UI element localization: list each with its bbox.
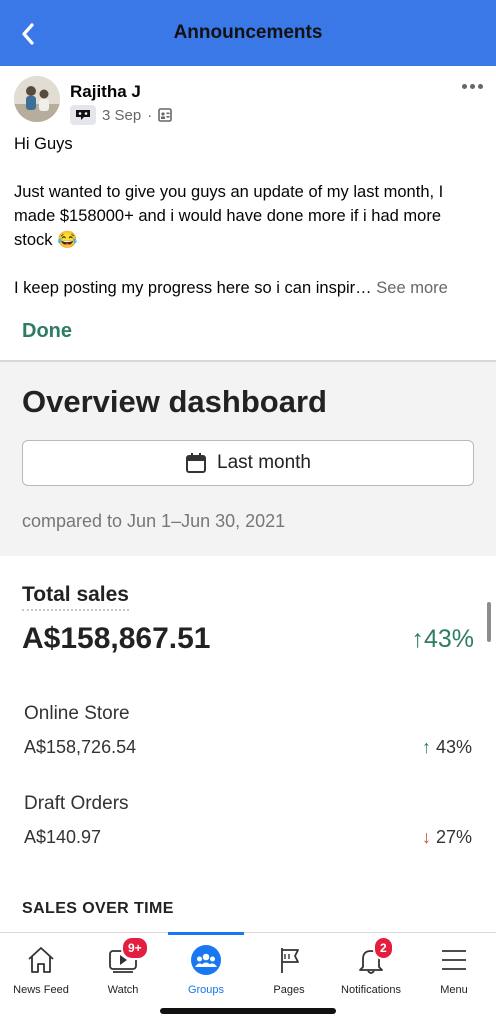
post-author[interactable]: Rajitha J — [70, 82, 141, 102]
tab-groups[interactable]: Groups — [166, 943, 246, 999]
chevron-left-icon — [22, 23, 34, 45]
done-button[interactable]: Done — [22, 320, 72, 343]
channel-change: ↓ 27% — [421, 827, 472, 847]
sales-over-time-heading: SALES OVER TIME — [22, 900, 174, 917]
post-meta: 3 Sep · — [70, 105, 173, 125]
comparison-text: compared to Jun 1–Jun 30, 2021 — [22, 511, 286, 531]
tab-notifications[interactable]: 2 Notifications — [331, 936, 411, 999]
tab-news-feed[interactable]: News Feed — [1, 943, 81, 999]
top-app-bar: Announcements — [0, 0, 496, 66]
groups-icon — [191, 945, 221, 975]
watch-badge: 9+ — [121, 936, 149, 960]
page-title: Announcements — [173, 22, 323, 43]
home-icon — [28, 947, 54, 973]
arrow-down-icon: ↓ — [421, 827, 431, 847]
notifications-badge: 2 — [373, 936, 394, 960]
avatar[interactable] — [14, 76, 60, 122]
active-tab-indicator — [168, 932, 244, 935]
channel-label: Draft Orders — [24, 793, 129, 814]
channel-change: ↑ 43% — [421, 737, 472, 757]
hamburger-menu-icon — [442, 950, 466, 970]
tab-label: Pages — [273, 984, 305, 996]
channel-label: Online Store — [24, 703, 130, 724]
post-date[interactable]: 3 Sep — [102, 107, 141, 124]
group-member-badge-icon — [70, 105, 96, 125]
total-sales-value: A$158,867.51 — [22, 622, 211, 655]
scrollbar[interactable] — [487, 602, 491, 642]
date-range-label: Last month — [217, 452, 311, 473]
channel-value: A$140.97 — [24, 827, 102, 847]
channel-value: A$158,726.54 — [24, 737, 137, 757]
post-body: Hi Guys Just wanted to give you guys an … — [14, 132, 484, 300]
more-options-icon[interactable] — [462, 80, 484, 92]
post-header: Rajitha J 3 Sep · — [14, 76, 484, 125]
date-range-button[interactable]: Last month — [22, 440, 474, 486]
group-audience-icon — [158, 108, 173, 122]
post-paragraph: Hi Guys — [14, 135, 73, 153]
see-more-link[interactable]: See more — [376, 279, 448, 297]
meta-separator: · — [147, 106, 153, 124]
tab-label: Watch — [107, 984, 139, 996]
calendar-icon — [186, 453, 206, 473]
tab-pages[interactable]: Pages — [249, 943, 329, 999]
arrow-up-icon: ↑ — [411, 625, 424, 653]
back-button[interactable] — [16, 20, 40, 48]
flag-icon — [281, 948, 299, 973]
tab-menu[interactable]: Menu — [414, 943, 494, 999]
total-sales-change: ↑43% — [411, 625, 474, 653]
home-indicator[interactable] — [160, 1008, 336, 1014]
dashboard-title: Overview dashboard — [22, 384, 327, 419]
post-paragraph: Just wanted to give you guys an update o… — [14, 183, 444, 249]
post-paragraph-truncated: I keep posting my progress here so i can… — [14, 279, 448, 297]
tab-label: Notifications — [341, 984, 401, 996]
tab-watch[interactable]: 9+ Watch — [83, 936, 163, 999]
tab-label: Menu — [440, 984, 468, 996]
tab-label: News Feed — [13, 984, 69, 996]
tab-label: Groups — [187, 984, 225, 996]
arrow-up-icon: ↑ — [421, 737, 431, 757]
total-sales-label: Total sales — [22, 583, 129, 611]
